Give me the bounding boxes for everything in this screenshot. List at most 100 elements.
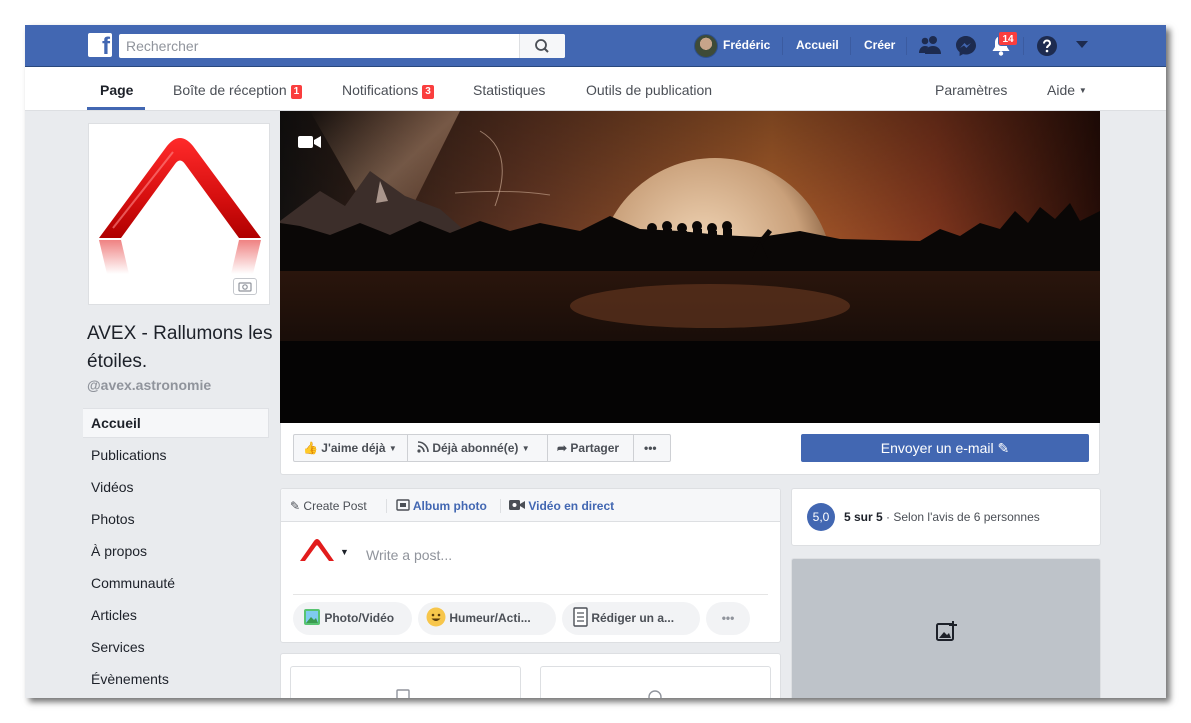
- rating-card: 5,0 5 sur 5 · Selon l'avis de 6 personne…: [791, 488, 1101, 546]
- video-camera-icon[interactable]: [298, 135, 322, 149]
- sidebar-item-videos[interactable]: Vidéos: [83, 472, 269, 502]
- thumbs-up-icon: 👍: [303, 441, 318, 455]
- settings-link[interactable]: Paramètres: [935, 82, 1007, 98]
- help-menu[interactable]: Aide ▼: [1047, 82, 1087, 98]
- more-options-button[interactable]: •••: [633, 434, 671, 462]
- sidebar-item-services[interactable]: Services: [83, 632, 269, 662]
- write-note-label: Rédiger un a...: [591, 611, 675, 625]
- sidebar-item-posts[interactable]: Publications: [83, 440, 269, 470]
- help-menu-label: Aide: [1047, 82, 1076, 98]
- tab-notifications[interactable]: Notifications 3: [342, 82, 434, 99]
- caret-down-icon: ▼: [1078, 86, 1087, 95]
- active-tab-indicator: [87, 107, 145, 110]
- rating-summary[interactable]: 5 sur 5 · Selon l'avis de 6 personnes: [844, 510, 1040, 524]
- page-avatar-small[interactable]: [298, 537, 336, 567]
- sidebar-item-about[interactable]: À propos: [83, 536, 269, 566]
- nav-divider: [850, 37, 851, 55]
- photo-album-icon: [396, 499, 410, 511]
- tab-statistics[interactable]: Statistiques: [473, 82, 545, 98]
- post-input[interactable]: Write a post...: [366, 547, 452, 563]
- tab-inbox[interactable]: Boîte de réception 1: [173, 82, 303, 99]
- facebook-logo-icon[interactable]: f: [88, 33, 112, 57]
- pencil-icon: ✎: [997, 440, 1010, 456]
- tab-photo-album[interactable]: Album photo: [396, 499, 487, 513]
- update-photo-button[interactable]: [233, 278, 257, 295]
- target-icon: [648, 690, 662, 698]
- search-button[interactable]: [519, 34, 565, 58]
- pencil-icon: ✎: [290, 499, 301, 513]
- page-navigation: Page Boîte de réception 1 Notifications 3 …: [25, 67, 1166, 111]
- sidebar-item-articles[interactable]: Articles: [83, 600, 269, 630]
- post-composer: ✎ Create Post Album photo Vidéo en direc…: [280, 488, 781, 643]
- top-navigation-bar: f Frédéric Accueil Créer: [25, 25, 1166, 67]
- write-note-button[interactable]: Rédiger un a...: [562, 602, 700, 635]
- photo-icon: [304, 609, 320, 625]
- smiley-icon: [426, 607, 446, 627]
- search-bar: [119, 34, 565, 58]
- tip-card-right[interactable]: [540, 666, 771, 698]
- live-video-label: Vidéo en direct: [528, 499, 615, 513]
- help-icon[interactable]: [1036, 35, 1058, 57]
- cover-photo[interactable]: [280, 111, 1100, 423]
- liked-button[interactable]: 👍 J'aime déjà ▼: [293, 434, 408, 462]
- following-label: Déjà abonné(e): [432, 441, 519, 455]
- search-icon: [535, 39, 549, 53]
- share-label: Partager: [570, 441, 620, 455]
- share-button[interactable]: ➦ Partager: [547, 434, 634, 462]
- rating-detail: · Selon l'avis de 6 personnes: [886, 510, 1040, 524]
- sidebar-item-community[interactable]: Communauté: [83, 568, 269, 598]
- messenger-icon[interactable]: [955, 35, 977, 57]
- browser-viewport: f Frédéric Accueil Créer: [25, 25, 1166, 698]
- tab-create-post[interactable]: ✎ Create Post: [290, 499, 367, 513]
- more-composer-options-button[interactable]: •••: [706, 602, 750, 635]
- following-button[interactable]: Déjà abonné(e) ▼: [407, 434, 548, 462]
- notifications-count-badge: 3: [422, 85, 434, 99]
- page-title: AVEX - Rallumons les étoiles.: [87, 323, 273, 372]
- photo-album-label: Album photo: [412, 499, 487, 513]
- composer-divider: [293, 594, 768, 595]
- profile-link[interactable]: Frédéric: [723, 38, 770, 52]
- user-avatar[interactable]: [694, 34, 718, 58]
- add-photo-card[interactable]: [791, 558, 1101, 698]
- page-username[interactable]: @avex.astronomie: [87, 377, 211, 393]
- share-arrow-icon: ➦: [557, 441, 568, 455]
- sidebar-item-events[interactable]: Évènements: [83, 664, 269, 694]
- rating-score-badge: 5,0: [807, 503, 835, 531]
- nav-divider: [1023, 37, 1024, 55]
- search-input[interactable]: [119, 34, 519, 58]
- tab-divider: [386, 499, 387, 513]
- tab-page[interactable]: Page: [100, 82, 133, 98]
- tab-notifications-label: Notifications: [342, 82, 419, 98]
- tab-inbox-label: Boîte de réception: [173, 82, 287, 98]
- send-email-label: Envoyer un e-mail: [880, 440, 994, 456]
- send-email-button[interactable]: Envoyer un e-mail ✎: [801, 434, 1089, 462]
- photo-video-button[interactable]: Photo/Vidéo: [293, 602, 412, 635]
- sidebar-item-home[interactable]: Accueil: [83, 408, 269, 438]
- inbox-count-badge: 1: [290, 85, 303, 99]
- caret-down-icon[interactable]: [1076, 41, 1088, 49]
- feeling-activity-button[interactable]: Humeur/Acti...: [418, 602, 556, 635]
- feeling-activity-label: Humeur/Acti...: [449, 611, 531, 625]
- create-link[interactable]: Créer: [864, 38, 895, 52]
- rss-icon: [417, 441, 429, 453]
- nav-divider: [782, 37, 783, 55]
- page-icon: [396, 689, 410, 698]
- friends-icon[interactable]: [919, 35, 941, 55]
- notebook-icon: [573, 607, 588, 627]
- sidebar-item-photos[interactable]: Photos: [83, 504, 269, 534]
- camera-icon: [238, 282, 252, 292]
- page-tips-card: [280, 653, 781, 698]
- tab-live-video[interactable]: Vidéo en direct: [509, 499, 614, 513]
- photo-video-label: Photo/Vidéo: [324, 611, 395, 625]
- rating-out-of: 5 sur 5: [844, 510, 883, 524]
- home-link[interactable]: Accueil: [796, 38, 839, 52]
- tip-card-left[interactable]: [290, 666, 521, 698]
- composer-tabs: ✎ Create Post Album photo Vidéo en direc…: [281, 489, 780, 522]
- caret-down-icon: ▼: [521, 444, 530, 453]
- create-post-label: Create Post: [303, 499, 367, 513]
- tab-publishing-tools[interactable]: Outils de publication: [586, 82, 712, 98]
- add-photo-icon: [936, 621, 957, 641]
- caret-down-icon[interactable]: ▼: [340, 547, 349, 557]
- liked-label: J'aime déjà: [321, 441, 386, 455]
- nav-divider: [906, 37, 907, 55]
